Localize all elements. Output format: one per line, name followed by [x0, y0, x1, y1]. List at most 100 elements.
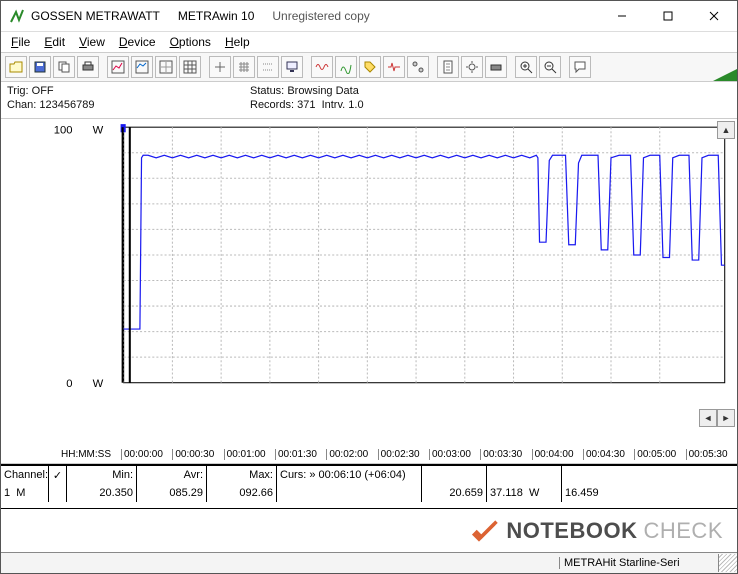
menu-options[interactable]: Options: [164, 33, 217, 51]
row-avr: 085.29: [137, 484, 207, 502]
tool-grid1-icon[interactable]: [209, 56, 231, 78]
x-axis-ticks: 00:00:0000:00:3000:01:0000:01:3000:02:00…: [121, 449, 737, 460]
row-unit: M: [16, 487, 25, 499]
chan-label: Chan:: [7, 99, 36, 111]
tool-monitor-icon[interactable]: [281, 56, 303, 78]
statusbar-device: METRAHit Starline-Seri: [559, 557, 718, 569]
tool-print-icon[interactable]: [77, 56, 99, 78]
tool-zoom-out-icon[interactable]: [539, 56, 561, 78]
svg-text:W: W: [93, 378, 104, 390]
plot-area[interactable]: 100 W 0 W ▲ ◄ ►: [1, 119, 737, 445]
svg-text:0: 0: [66, 378, 72, 390]
tool-wave-icon[interactable]: [311, 56, 333, 78]
menu-help[interactable]: Help: [219, 33, 256, 51]
x-tick: 00:01:30: [275, 449, 326, 460]
menu-view[interactable]: View: [73, 33, 111, 51]
watermark-a: NOTEBOOK: [506, 518, 637, 544]
tool-zoom-in-icon[interactable]: [515, 56, 537, 78]
row-v2u: W: [529, 487, 539, 499]
scroll-up-button[interactable]: ▲: [717, 121, 735, 139]
row-v2: 37.118: [490, 487, 523, 499]
app-icon: [9, 8, 25, 24]
x-axis-label: HH:MM:SS: [61, 449, 121, 460]
scroll-left-button[interactable]: ◄: [699, 409, 717, 427]
x-tick: 00:00:30: [172, 449, 223, 460]
x-tick: 00:03:30: [480, 449, 531, 460]
hdr-checkbox[interactable]: ✓: [49, 466, 67, 484]
resize-grip-icon[interactable]: [718, 554, 737, 572]
status-row: Trig: OFF Chan: 123456789 Status: Browsi…: [1, 82, 737, 119]
status-value: Browsing Data: [287, 85, 359, 97]
tool-pulse-icon[interactable]: [383, 56, 405, 78]
hdr-max: Max:: [207, 466, 277, 484]
menu-device[interactable]: Device: [113, 33, 162, 51]
svg-text:100: 100: [54, 124, 73, 136]
table-row[interactable]: 1 M 20.350 085.29 092.66 20.659 37.118 W…: [1, 484, 737, 502]
row-ch: 1: [4, 487, 10, 499]
scroll-right-button[interactable]: ►: [717, 409, 735, 427]
toolbar: [1, 52, 737, 82]
maximize-button[interactable]: [645, 1, 691, 31]
titlebar: GOSSEN METRAWATT METRAwin 10 Unregistere…: [1, 1, 737, 32]
hdr-channel: Channel:: [1, 466, 49, 484]
chan-value: 123456789: [39, 99, 94, 111]
watermark: NOTEBOOKCHECK: [472, 517, 723, 545]
tool-print2-icon[interactable]: [485, 56, 507, 78]
row-v1: 20.659: [422, 484, 487, 502]
tool-chat-icon[interactable]: [569, 56, 591, 78]
close-button[interactable]: [691, 1, 737, 31]
x-tick: 00:00:00: [121, 449, 172, 460]
hdr-curs: Curs: » 00:06:10 (+06:04): [277, 466, 422, 484]
row-v3: 16.459: [562, 484, 737, 502]
tool-copy-icon[interactable]: [53, 56, 75, 78]
tool-chart1-icon[interactable]: [107, 56, 129, 78]
tool-save-icon[interactable]: [29, 56, 51, 78]
title-vendor: GOSSEN METRAWATT: [31, 9, 160, 23]
x-tick: 00:04:00: [532, 449, 583, 460]
bottom-bar: NOTEBOOKCHECK METRAHit Starline-Seri: [1, 508, 737, 573]
records-value: 371: [297, 99, 315, 111]
tool-chart2-icon[interactable]: [131, 56, 153, 78]
minimize-button[interactable]: [599, 1, 645, 31]
tool-doc-icon[interactable]: [437, 56, 459, 78]
menu-edit[interactable]: Edit: [38, 33, 71, 51]
title-app: METRAwin 10: [178, 9, 254, 23]
x-tick: 00:02:00: [326, 449, 377, 460]
row-min: 20.350: [67, 484, 137, 502]
x-tick: 00:02:30: [378, 449, 429, 460]
intrv-label: Intrv.: [322, 99, 346, 111]
x-tick: 00:03:00: [429, 449, 480, 460]
toolbar-corner-icon: [713, 69, 737, 81]
tool-cfg-icon[interactable]: [407, 56, 429, 78]
tool-signal-icon[interactable]: [335, 56, 357, 78]
title-status: Unregistered copy: [272, 9, 369, 23]
x-tick: 00:04:30: [583, 449, 634, 460]
records-label: Records:: [250, 99, 294, 111]
x-tick: 00:05:00: [634, 449, 685, 460]
x-tick: 00:01:00: [224, 449, 275, 460]
data-grid: Channel: ✓ Min: Avr: Max: Curs: » 00:06:…: [1, 464, 737, 508]
x-axis: HH:MM:SS 00:00:0000:00:3000:01:0000:01:3…: [1, 445, 737, 464]
svg-text:W: W: [93, 124, 104, 136]
tool-chart3-icon[interactable]: [155, 56, 177, 78]
data-grid-header: Channel: ✓ Min: Avr: Max: Curs: » 00:06:…: [1, 466, 737, 484]
menubar: File Edit View Device Options Help: [1, 32, 737, 52]
statusbar: METRAHit Starline-Seri: [1, 552, 737, 573]
menu-file[interactable]: File: [5, 33, 36, 51]
watermark-b: CHECK: [643, 518, 723, 544]
status-label: Status:: [250, 85, 284, 97]
tool-tag-icon[interactable]: [359, 56, 381, 78]
app-window: GOSSEN METRAWATT METRAwin 10 Unregistere…: [0, 0, 738, 574]
chart-canvas: 100 W 0 W: [1, 119, 737, 405]
tool-settings-icon[interactable]: [461, 56, 483, 78]
tool-grid2-icon[interactable]: [233, 56, 255, 78]
intrv-value: 1.0: [348, 99, 363, 111]
trig-value: OFF: [32, 85, 54, 97]
hdr-min: Min:: [67, 466, 137, 484]
row-max: 092.66: [207, 484, 277, 502]
x-tick: 00:05:30: [686, 449, 737, 460]
tool-open-icon[interactable]: [5, 56, 27, 78]
tool-grid3-icon[interactable]: [257, 56, 279, 78]
trig-label: Trig:: [7, 85, 29, 97]
tool-table-icon[interactable]: [179, 56, 201, 78]
